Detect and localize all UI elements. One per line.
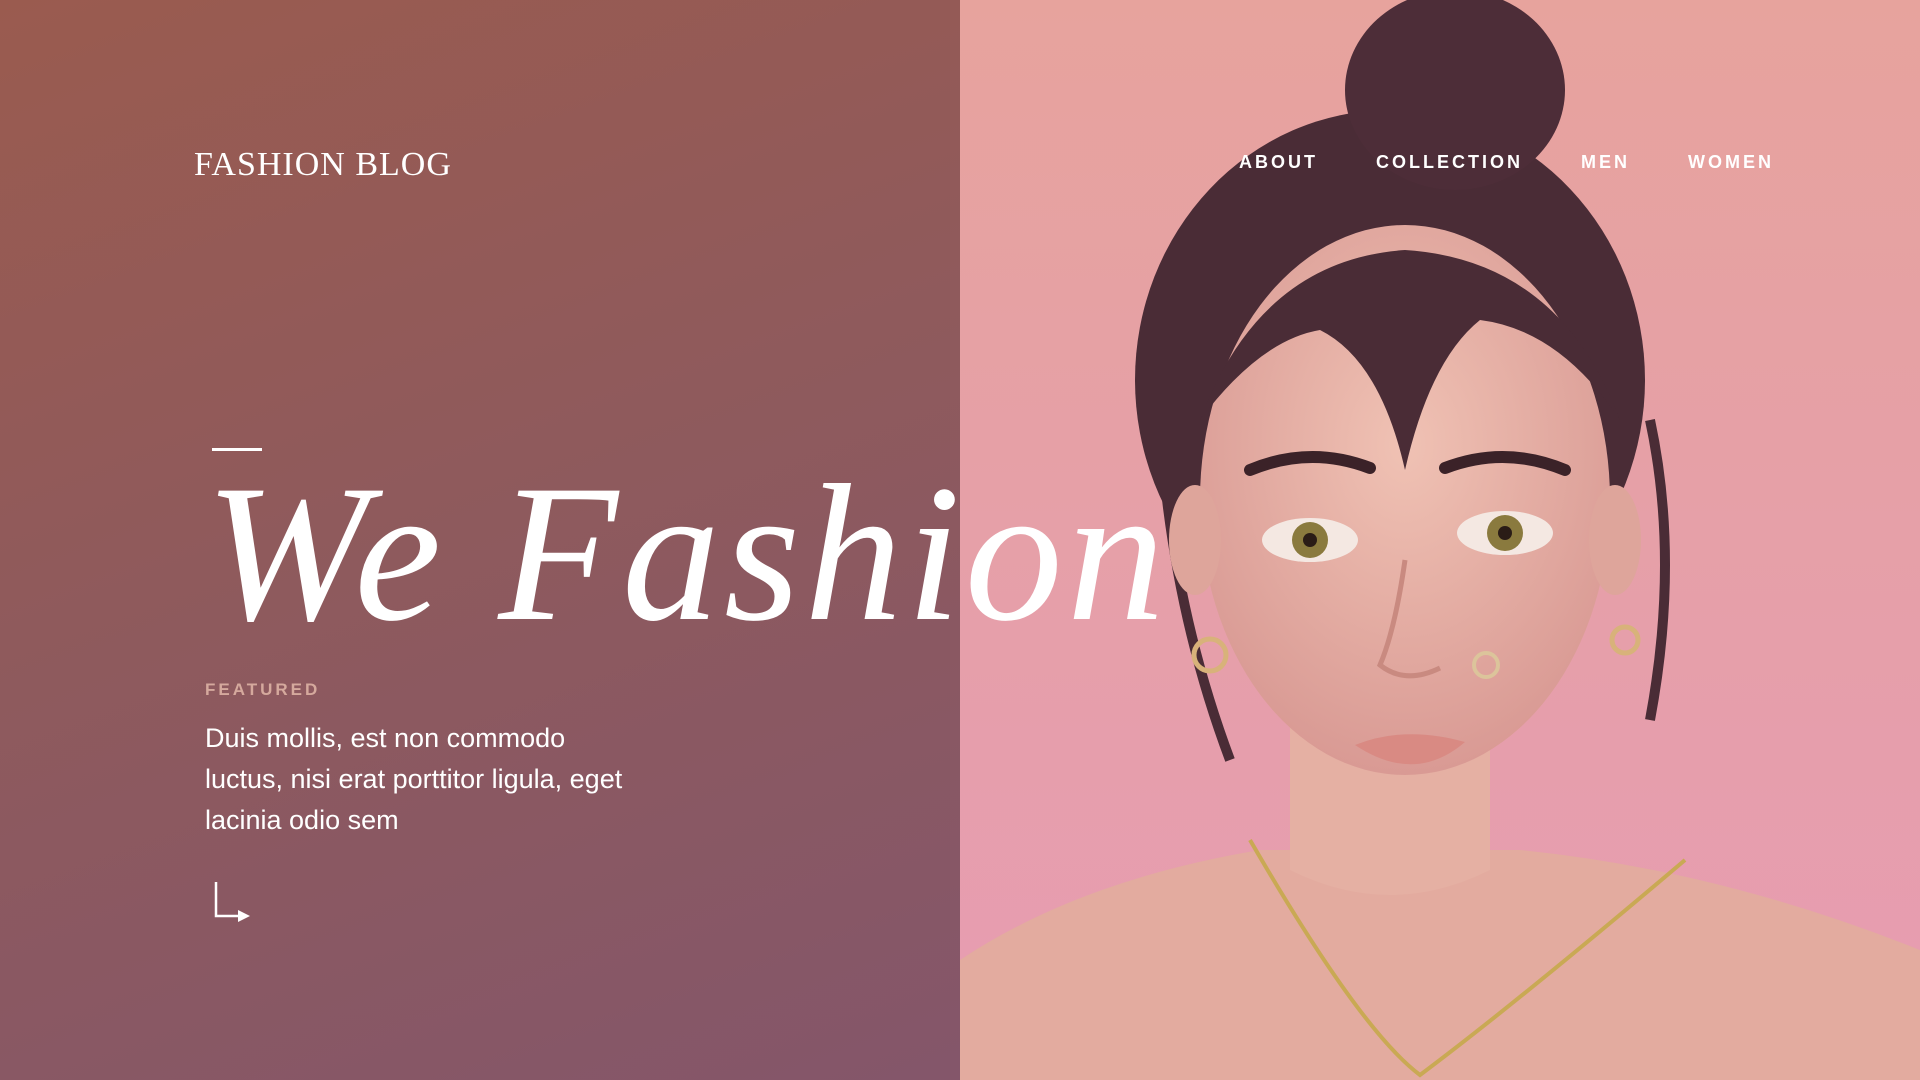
main-navigation: ABOUT COLLECTION MEN WOMEN xyxy=(1239,152,1774,173)
nav-item-men[interactable]: MEN xyxy=(1581,152,1630,173)
nav-item-collection[interactable]: COLLECTION xyxy=(1376,152,1523,173)
arrow-down-right-icon[interactable] xyxy=(210,878,254,926)
featured-description: Duis mollis, est non commodo luctus, nis… xyxy=(205,723,623,835)
site-logo[interactable]: FASHION BLOG xyxy=(194,146,452,184)
nav-item-about[interactable]: ABOUT xyxy=(1239,152,1318,173)
featured-label: FEATURED xyxy=(205,680,321,699)
hero-headline: We Fashion xyxy=(205,445,1169,662)
nav-item-women[interactable]: WOMEN xyxy=(1688,152,1774,173)
